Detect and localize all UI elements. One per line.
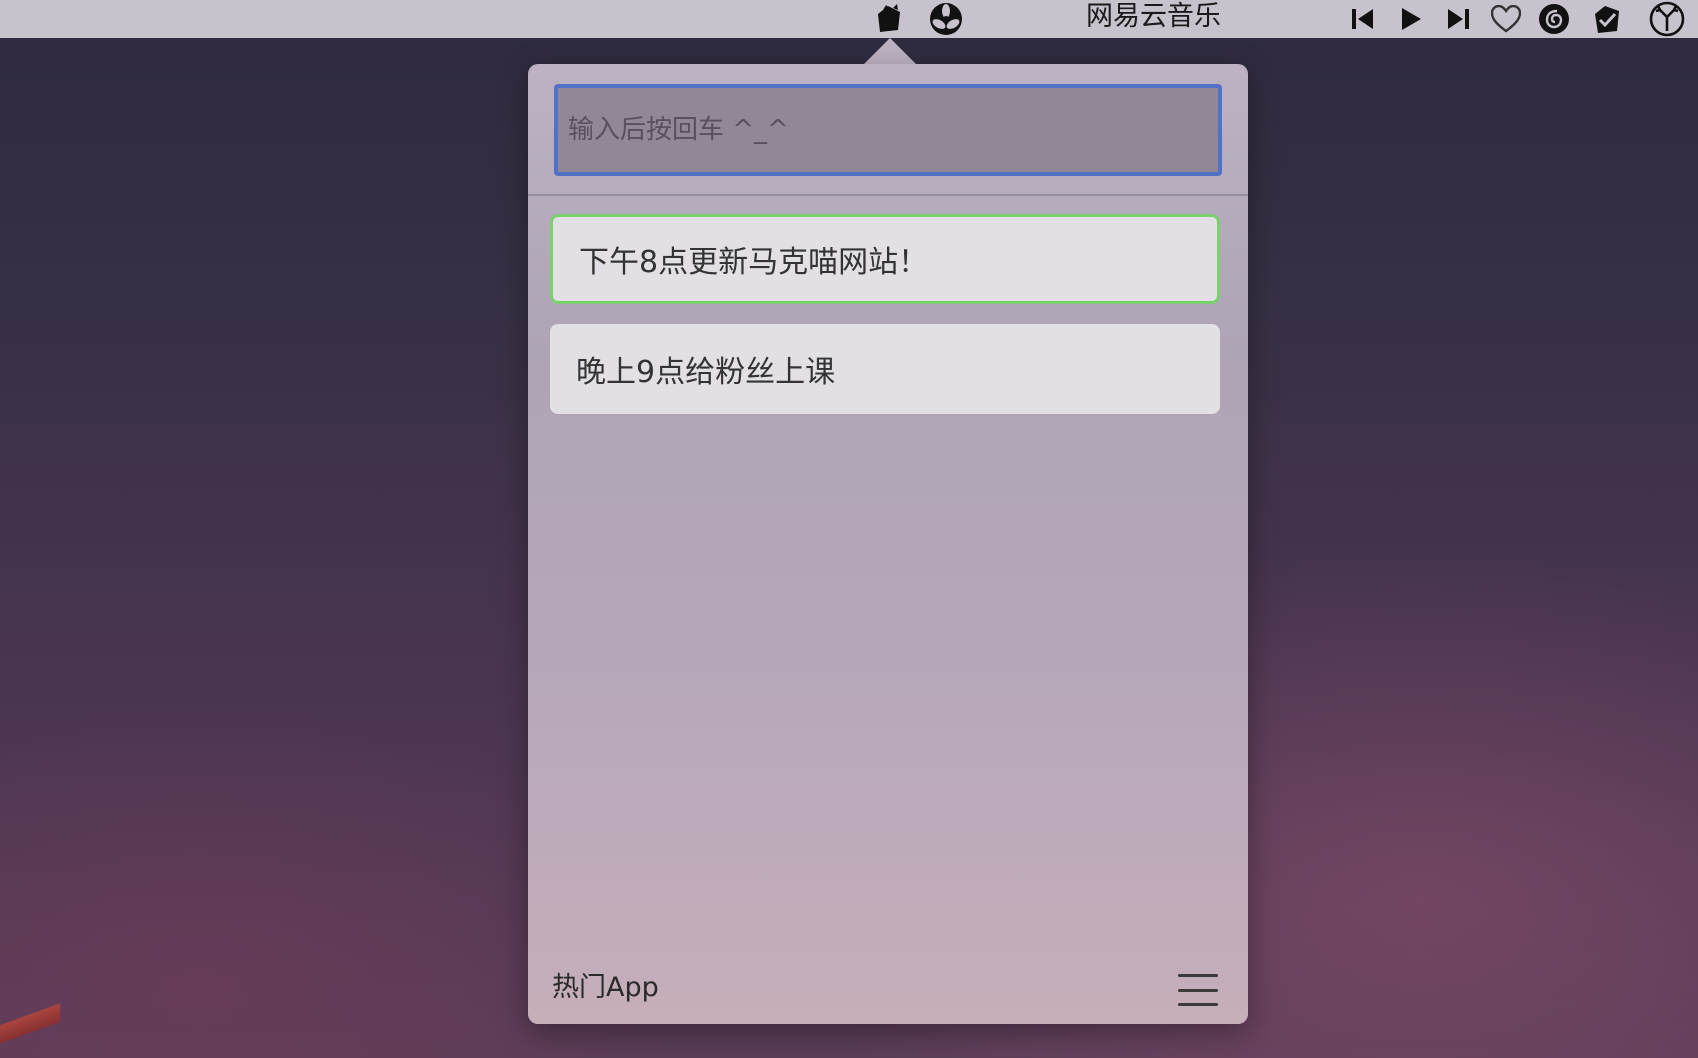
task-label: 晚上9点给粉丝上课: [576, 355, 836, 390]
wallpaper-bridge: [0, 988, 60, 1058]
popover-arrow: [864, 38, 916, 64]
hamburger-menu-icon[interactable]: [1178, 974, 1218, 1006]
task-item-1[interactable]: 下午8点更新马克喵网站！: [550, 214, 1220, 304]
desktop: 网易云音乐 输入后按回车 ^_^ 下午8点更新马克喵网站！ 晚上9点给粉丝上课 …: [0, 0, 1698, 1058]
checkmark-app-icon[interactable]: [1590, 2, 1624, 36]
heart-icon[interactable]: [1490, 2, 1522, 36]
reminder-app-icon[interactable]: [868, 2, 908, 36]
deer-app-icon[interactable]: [1648, 1, 1686, 37]
todo-input[interactable]: [558, 88, 1218, 172]
next-track-icon[interactable]: [1443, 2, 1473, 36]
menu-bar: 网易云音乐: [0, 0, 1698, 38]
fan-app-icon[interactable]: [926, 2, 966, 36]
todo-input-container: [554, 84, 1222, 176]
hot-apps-link[interactable]: 热门App: [552, 965, 659, 1004]
previous-track-icon[interactable]: [1348, 2, 1378, 36]
now-playing-title[interactable]: 网易云音乐: [1086, 0, 1221, 34]
todo-popover: 下午8点更新马克喵网站！ 晚上9点给粉丝上课 热门App: [528, 64, 1248, 1024]
netease-music-icon[interactable]: [1537, 2, 1571, 36]
play-icon[interactable]: [1396, 2, 1426, 36]
task-label: 下午8点更新马克喵网站！: [579, 245, 929, 280]
divider: [528, 194, 1248, 196]
task-item-2[interactable]: 晚上9点给粉丝上课: [550, 324, 1220, 414]
